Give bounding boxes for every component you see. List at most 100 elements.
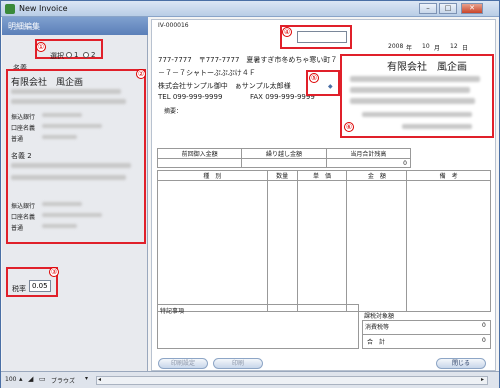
company-name: 有限会社 風企画	[11, 78, 84, 88]
consumption-tax-label: 消費税等	[365, 324, 390, 331]
total-label: 合 計	[367, 339, 386, 346]
redacted-text	[402, 124, 472, 129]
invoice-document: IV-000016 ④ 2008 年 10 月 12 日 777-7777 〒7…	[151, 19, 496, 371]
notes-box[interactable]: 特記事項	[157, 304, 359, 349]
summary-cell	[241, 158, 327, 168]
zoom-in-icon[interactable]: ◢	[28, 375, 33, 383]
item-cell[interactable]	[346, 180, 408, 312]
date-month: 10	[422, 43, 430, 50]
redacted-text	[11, 175, 126, 180]
layout-icon[interactable]: ▭	[39, 375, 46, 383]
tax-total-box: 消費税等 0 合 計 0	[362, 320, 491, 349]
chevron-down-icon[interactable]: ▾	[85, 375, 88, 382]
summary-cell	[156, 158, 243, 168]
summary-header: 繰り越し金額	[241, 148, 327, 159]
redacted-text	[362, 112, 472, 117]
account-holder-label: 口座名義	[11, 125, 36, 132]
redacted-text	[350, 98, 475, 104]
marker-3: ③	[49, 267, 59, 277]
redacted-text	[42, 124, 102, 128]
tax-rate-label: 税率	[12, 285, 26, 293]
marker-4: ④	[282, 27, 292, 37]
summary-label: 摘要：	[164, 108, 183, 115]
redacted-text	[350, 76, 480, 82]
item-header: 数量	[266, 170, 298, 181]
item-header: 金 額	[346, 170, 408, 181]
redacted-text	[42, 213, 102, 217]
marker-1: ①	[36, 42, 46, 52]
mode-label[interactable]: ブラウズ	[51, 376, 75, 385]
zoom-out-icon[interactable]: ▴	[19, 375, 23, 383]
invoice-number: IV-000016	[158, 22, 189, 29]
redacted-text	[11, 99, 126, 104]
item-cell[interactable]	[406, 180, 491, 312]
item-header: 備 考	[406, 170, 491, 181]
window-title: New Invoice	[19, 4, 68, 13]
print-button[interactable]: 印刷	[213, 358, 263, 369]
diamond-icon[interactable]: ◆	[328, 83, 333, 90]
close-window-button[interactable]: ✕	[461, 3, 483, 14]
top-field-input[interactable]	[297, 31, 347, 43]
taxable-amount-label: 課税対象額	[364, 313, 395, 320]
tax-rate-input[interactable]	[29, 280, 51, 292]
account-holder-label-2: 口座名義	[11, 214, 36, 221]
horizontal-scrollbar[interactable]: ◂ ▸	[96, 376, 488, 385]
marker-6: ⑥	[344, 122, 354, 132]
minimize-button[interactable]: –	[419, 3, 437, 14]
redacted-text	[11, 163, 131, 168]
redacted-text	[42, 224, 77, 228]
bank-label: 振込銀行	[11, 114, 36, 121]
bank-label-2: 振込銀行	[11, 203, 36, 210]
scroll-left-icon[interactable]: ◂	[98, 376, 101, 383]
date-year: 2008	[388, 43, 404, 50]
status-bar: 100 ▴ ◢ ▭ ブラウズ ▾ ◂ ▸	[1, 371, 499, 388]
summary-header: 前回御入金額	[156, 148, 243, 159]
scroll-right-icon[interactable]: ▸	[481, 376, 484, 383]
name-2-label: 名義 2	[11, 152, 32, 160]
summary-cell: 0	[325, 158, 412, 168]
divider	[363, 334, 490, 335]
select-label: 選択	[50, 52, 64, 60]
client-address-line-2: －７－７シャトーぷぷぷけ４Ｆ	[158, 69, 256, 77]
client-address-line-1: 777-7777 〒777-7777 夏暑すぎ市冬めちゃ寒い町７	[158, 56, 338, 64]
item-cell[interactable]	[296, 180, 348, 312]
issuer-name: 有限会社 風企画	[387, 62, 467, 73]
marker-5: ⑤	[309, 73, 319, 83]
table-row	[157, 180, 491, 312]
zoom-level[interactable]: 100	[5, 376, 16, 383]
maximize-button[interactable]: □	[439, 3, 457, 14]
option-2-label: 2	[91, 51, 96, 59]
panel-header: 明細編集	[2, 17, 148, 35]
date-day-unit: 日	[462, 45, 469, 52]
client-name: 株式会社サンプル御中 ぁサンプル太郎様	[158, 82, 291, 90]
notes-label: 特記事項	[160, 308, 185, 315]
item-cell[interactable]	[266, 180, 298, 312]
item-header: 単 価	[296, 170, 348, 181]
invoice-window: New Invoice – □ ✕ 明細編集 ① 選択 1 2 名義 ② 有限会…	[0, 0, 500, 388]
print-settings-button[interactable]: 印刷設定	[158, 358, 208, 369]
item-header: 種 別	[157, 170, 268, 181]
option-2-radio[interactable]	[83, 52, 89, 58]
balance-summary-table: 前回御入金額 繰り越し金額 当月合計残高 0	[156, 148, 412, 168]
option-1-label: 1	[74, 51, 79, 59]
app-icon	[5, 4, 15, 14]
item-cell[interactable]	[157, 180, 268, 312]
close-button[interactable]: 閉じる	[436, 358, 486, 369]
date-day: 12	[450, 43, 458, 50]
total-value: 0	[482, 337, 486, 344]
redacted-text	[42, 202, 82, 206]
redacted-text	[350, 87, 470, 93]
summary-header: 当月合計残高	[325, 148, 412, 159]
consumption-tax-value: 0	[482, 322, 486, 329]
line-items-table: 種 別 数量 単 価 金 額 備 考	[157, 170, 491, 312]
marker-2: ②	[136, 69, 146, 79]
date-month-unit: 月	[434, 45, 441, 52]
date-year-unit: 年	[406, 45, 413, 52]
option-1-radio[interactable]	[66, 52, 72, 58]
redacted-text	[11, 89, 121, 94]
ordinary-account-label-2: 普通	[11, 225, 24, 232]
redacted-text	[42, 113, 82, 117]
title-bar: New Invoice – □ ✕	[1, 1, 499, 17]
redacted-text	[42, 135, 77, 139]
ordinary-account-label: 普通	[11, 136, 24, 143]
